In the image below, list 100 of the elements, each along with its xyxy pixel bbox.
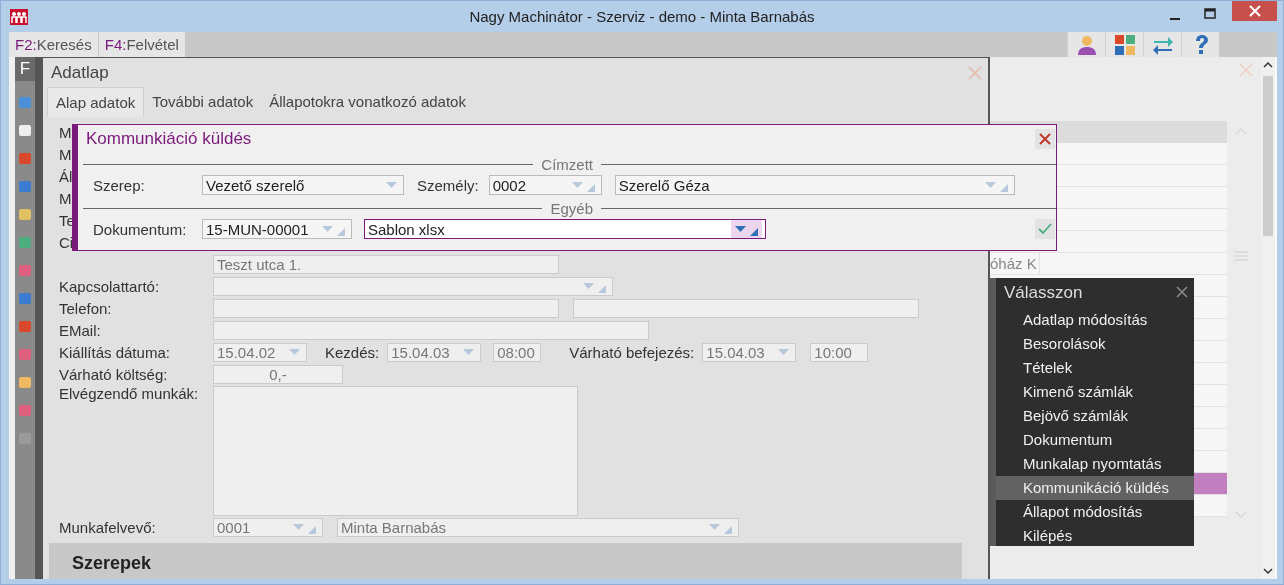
menu-item[interactable]: Kilépés bbox=[996, 524, 1194, 548]
menu-item[interactable]: Dokumentum bbox=[996, 428, 1194, 452]
toolbar-button[interactable] bbox=[1143, 32, 1181, 57]
field-label: Munkafelvevő: bbox=[59, 518, 156, 536]
box-icon bbox=[18, 263, 32, 277]
dropdown-field[interactable]: Minta Barnabás bbox=[337, 517, 739, 537]
panel-tab[interactable]: F bbox=[15, 57, 35, 81]
table-cell: óház K bbox=[990, 253, 1040, 274]
box-icon bbox=[18, 403, 32, 417]
toolbar-button[interactable] bbox=[1105, 32, 1143, 57]
text-field[interactable]: Teszt utca 1. bbox=[213, 254, 559, 274]
menu-item[interactable]: Adatlap módosítás bbox=[996, 308, 1194, 332]
field-label: Ál bbox=[59, 167, 73, 185]
field-label: M bbox=[59, 189, 72, 207]
close-icon bbox=[1239, 63, 1253, 77]
text-field[interactable]: 0,- bbox=[213, 364, 343, 384]
toolbar-button[interactable] bbox=[1067, 32, 1105, 57]
caret-icon bbox=[984, 182, 996, 188]
scroll-up-icon bbox=[1263, 61, 1273, 68]
text-field[interactable] bbox=[573, 298, 919, 318]
dropdown-field[interactable]: 0002 bbox=[488, 175, 602, 195]
box-icon bbox=[18, 347, 32, 361]
field-label: M bbox=[59, 123, 72, 141]
box-icon bbox=[18, 319, 32, 333]
text-field[interactable] bbox=[213, 298, 559, 318]
toolbar-button[interactable]: F4:Felvétel bbox=[98, 32, 186, 57]
resize-corner-icon bbox=[586, 184, 595, 192]
field-label: Elvégzendő munkák: bbox=[59, 385, 199, 402]
check-icon bbox=[1038, 223, 1052, 235]
resize-corner-icon bbox=[308, 526, 316, 534]
menu-item[interactable]: Besorolások bbox=[996, 332, 1194, 356]
menu-item[interactable]: Állapot módosítás bbox=[996, 500, 1194, 524]
field-label: Várható költség: bbox=[59, 365, 168, 383]
section-title: Szerepek bbox=[72, 553, 152, 573]
menu-title: Válasszon bbox=[1004, 283, 1083, 303]
field-label: Kapcsolattartó: bbox=[59, 277, 160, 295]
dropdown-field[interactable]: Szerelő Géza bbox=[614, 175, 1015, 195]
maximize-icon bbox=[1204, 7, 1216, 20]
caret-icon bbox=[322, 226, 333, 232]
panel-title: Adatlap bbox=[51, 62, 109, 83]
caret-icon bbox=[289, 349, 300, 355]
dropdown-field[interactable]: 15.04.03 bbox=[702, 342, 797, 362]
close-icon bbox=[1039, 133, 1051, 145]
resize-corner-icon bbox=[724, 526, 732, 534]
group-title: Egyéb bbox=[549, 199, 594, 217]
caret-icon bbox=[386, 182, 397, 188]
box-icon bbox=[18, 179, 32, 193]
toolbar-button[interactable]: F2:Keresés bbox=[9, 32, 99, 57]
menu-item[interactable]: Munkalap nyomtatás bbox=[996, 452, 1194, 476]
text-field[interactable] bbox=[213, 320, 649, 340]
field-label: Kiállítás dátuma: bbox=[59, 343, 170, 361]
dropdown-field[interactable]: Vezető szerelő bbox=[202, 175, 404, 195]
tiles-icon bbox=[1113, 33, 1136, 56]
tab[interactable]: További adatok bbox=[144, 87, 262, 117]
menu-item[interactable]: Tételek bbox=[996, 356, 1194, 380]
box-icon bbox=[18, 95, 32, 109]
box-icon bbox=[18, 207, 32, 221]
menu-item[interactable]: Bejövő számlák bbox=[996, 404, 1194, 428]
close-icon bbox=[968, 65, 982, 80]
dropdown-field[interactable] bbox=[213, 276, 613, 296]
close-button[interactable] bbox=[1035, 129, 1055, 149]
box-icon bbox=[18, 291, 32, 305]
dropdown-field[interactable]: 15-MUN-00001 bbox=[202, 219, 352, 239]
scroll-down-icon bbox=[1263, 568, 1273, 575]
menu-item[interactable]: Kimenő számlák bbox=[996, 380, 1194, 404]
close-button[interactable] bbox=[1232, 1, 1277, 21]
dialog-title: Kommunkiáció küldés bbox=[86, 129, 252, 149]
confirm-button[interactable] bbox=[1035, 219, 1055, 239]
caret-icon bbox=[293, 524, 304, 530]
app-logo-icon bbox=[10, 8, 28, 25]
resize-corner-icon bbox=[750, 228, 758, 236]
resize-corner-icon bbox=[337, 228, 345, 236]
caret-icon bbox=[583, 283, 594, 289]
field-label: Személy: bbox=[417, 176, 479, 194]
caret-icon bbox=[709, 524, 720, 530]
tab[interactable]: Állapotokra vonatkozó adatok bbox=[261, 87, 474, 117]
text-field[interactable]: 08:00 bbox=[493, 342, 542, 362]
window-title: Nagy Machinátor - Szerviz - demo - Minta Barnabás bbox=[468, 8, 816, 25]
caret-icon bbox=[735, 226, 746, 232]
close-icon bbox=[1176, 285, 1188, 298]
user-icon bbox=[1075, 33, 1098, 56]
field-label: Dokumentum: bbox=[93, 220, 187, 238]
close-icon bbox=[1248, 5, 1261, 17]
text-field[interactable]: 10:00 bbox=[810, 342, 869, 362]
field-label: EMail: bbox=[59, 321, 101, 339]
box-icon bbox=[18, 235, 32, 249]
field-label: M bbox=[59, 145, 72, 163]
field-label: Telefon: bbox=[59, 299, 112, 317]
resize-corner-icon bbox=[598, 285, 606, 293]
dropdown-field[interactable]: Sablon xlsx bbox=[364, 219, 766, 239]
box-icon bbox=[18, 375, 32, 389]
menu-item[interactable]: Kommunikáció küldés bbox=[996, 476, 1194, 500]
box-icon bbox=[18, 123, 32, 137]
dropdown-field[interactable]: 0001 bbox=[213, 517, 323, 537]
caret-icon bbox=[778, 349, 790, 355]
tab[interactable]: Alap adatok bbox=[47, 87, 145, 117]
dropdown-field[interactable]: 15.04.02 bbox=[213, 342, 307, 362]
toolbar-button[interactable] bbox=[1181, 32, 1219, 57]
dropdown-field[interactable]: 15.04.03 bbox=[387, 342, 482, 362]
caret-icon bbox=[463, 349, 475, 355]
